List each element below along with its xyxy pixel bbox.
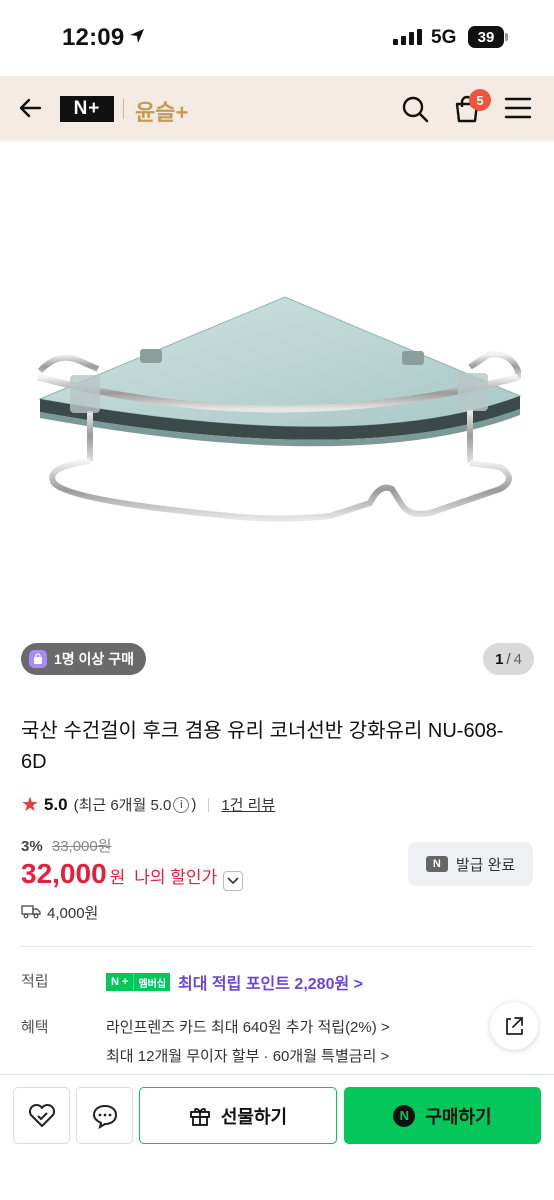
purchase-count-text: 1명 이상 구매	[54, 651, 134, 667]
truck-icon	[21, 903, 41, 923]
product-image-gallery[interactable]: 1명 이상 구매 1 / 4	[0, 141, 554, 690]
app-header: N+ 윤슬+ 5	[0, 76, 554, 141]
my-discount-label[interactable]: 나의 할인가	[134, 863, 217, 888]
header-divider	[123, 99, 124, 119]
points-row[interactable]: N + 멤버십 최대 적립 포인트 2,280원 >	[106, 970, 363, 994]
purchase-count-chip: 1명 이상 구매	[21, 643, 146, 675]
benefit-label: 혜택	[21, 1019, 49, 1036]
membership-badge-text: 멤버십	[133, 973, 171, 991]
share-icon	[506, 1017, 523, 1035]
image-page-indicator: 1 / 4	[483, 643, 534, 675]
installment-benefit-link[interactable]: 최대 12개월 무이자 할부 · 60개월 특별금리 >	[106, 1045, 389, 1066]
shipping-fee: 4,000원	[47, 905, 99, 922]
clock: 12:09	[62, 24, 125, 51]
gift-label: 선물하기	[220, 1106, 288, 1127]
chevron-down-icon[interactable]	[223, 871, 244, 891]
section-divider	[21, 946, 533, 947]
membership-badge-logo: N +	[106, 973, 134, 991]
review-link[interactable]: 1건 리뷰	[221, 794, 275, 815]
search-icon[interactable]	[400, 94, 430, 129]
wishlist-button[interactable]	[13, 1087, 70, 1144]
page-current: 1	[495, 650, 504, 668]
price-row: 32,000 원 나의 할인가	[21, 858, 244, 891]
rating-score: 5.0	[43, 794, 68, 814]
battery-icon: 39	[468, 26, 508, 48]
heart-icon	[28, 1103, 55, 1127]
rating-recent-close: )	[191, 796, 197, 813]
back-arrow-icon[interactable]	[18, 95, 44, 126]
buy-label: 구매하기	[425, 1106, 492, 1127]
original-price: 33,000원	[51, 838, 112, 855]
naver-pay-icon: N	[393, 1104, 416, 1127]
info-icon[interactable]: i	[173, 796, 190, 813]
rating-row: ★ 5.0 (최근 6개월 5.0 i ) 1건 리뷰	[21, 792, 275, 817]
price-unit: 원	[109, 868, 126, 887]
product-image	[37, 296, 522, 522]
rating-divider	[208, 797, 210, 812]
bag-icon	[29, 650, 47, 668]
network-type: 5G	[431, 27, 457, 48]
cart-count-badge: 5	[469, 89, 491, 111]
page-separator: /	[506, 650, 511, 668]
share-button[interactable]	[490, 1002, 538, 1050]
cellular-signal-icon	[393, 29, 422, 45]
store-name[interactable]: 윤슬+	[135, 95, 188, 127]
shipping-row: 4,000원	[21, 902, 98, 923]
card-benefit-link[interactable]: 라인프렌즈 카드 최대 640원 추가 적립(2%) >	[106, 1016, 390, 1037]
sale-price: 32,000	[21, 858, 107, 889]
talk-button[interactable]	[76, 1087, 133, 1144]
points-text: 최대 적립 포인트 2,280원 >	[178, 976, 363, 993]
coupon-label: 발급 완료	[455, 856, 516, 874]
buy-button[interactable]: N 구매하기	[344, 1087, 541, 1144]
coupon-button[interactable]: N 발급 완료	[408, 842, 533, 886]
page-total: 4	[513, 650, 522, 668]
product-title: 국산 수건걸이 후크 겸용 유리 코너선반 강화유리 NU-608-6D	[21, 720, 504, 773]
bottom-action-bar: 선물하기 N 구매하기	[0, 1074, 554, 1200]
discount-row: 3% 33,000원	[21, 835, 112, 856]
location-arrow-icon	[128, 27, 146, 50]
chat-bubble-icon	[92, 1104, 117, 1129]
nplus-logo[interactable]: N+	[60, 96, 114, 122]
discount-percent: 3%	[21, 838, 43, 855]
membership-badge: N + 멤버십	[106, 973, 171, 991]
gift-button[interactable]: 선물하기	[139, 1087, 337, 1144]
star-icon: ★	[21, 794, 39, 816]
hamburger-menu-icon[interactable]	[504, 96, 532, 125]
points-label: 적립	[21, 973, 49, 990]
rating-recent: (최근 6개월 5.0	[73, 797, 172, 814]
status-bar: 12:09 5G 39	[0, 0, 554, 76]
gift-icon	[189, 1107, 210, 1126]
naver-n-icon: N	[425, 856, 448, 872]
